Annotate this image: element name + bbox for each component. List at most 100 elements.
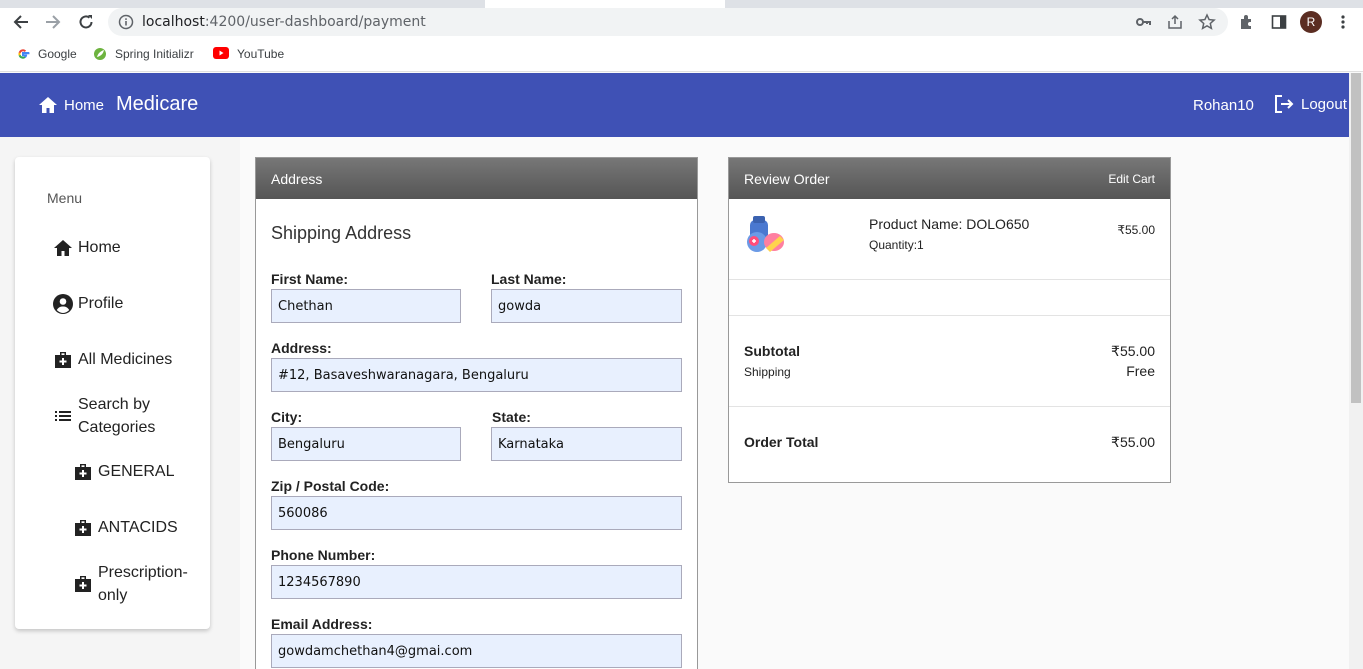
product-name: Product Name: DOLO650 [869,216,1030,232]
active-tab[interactable] [485,0,725,8]
sidebar-item-profile[interactable]: Profile [52,293,123,315]
state-field[interactable]: Karnataka [491,427,682,461]
last-name-label: Last Name: [491,271,567,287]
medical-bag-icon [72,517,94,539]
logout-icon [1275,95,1294,113]
site-info-icon[interactable] [118,14,134,35]
sidebar-menu: Menu Home Profile All Medicines Search b… [15,157,210,629]
divider [729,315,1170,316]
divider [729,279,1170,280]
first-name-field[interactable]: Chethan [271,289,461,323]
order-total-label: Order Total [744,434,819,450]
zip-field[interactable]: 560086 [271,496,682,530]
sidebar-item-prescription-only[interactable]: Prescription-only [72,561,188,607]
shipping-value: Free [1126,363,1155,379]
profile-avatar[interactable]: R [1300,11,1322,33]
share-icon[interactable] [1166,13,1184,31]
home-icon [52,237,74,259]
sidebar-item-label-line2: Categories [78,419,156,436]
forward-icon[interactable] [42,11,64,33]
email-label: Email Address: [271,616,373,632]
scrollbar-thumb[interactable] [1351,73,1361,403]
phone-label: Phone Number: [271,547,376,563]
medicine-pills-icon [747,216,784,252]
home-icon [39,97,57,113]
extensions-icon[interactable] [1238,13,1256,31]
bookmark-star-icon[interactable] [1198,13,1216,31]
order-total-value: ₹55.00 [1111,434,1155,450]
medical-bag-icon [52,349,74,371]
medical-bag-icon [72,573,94,595]
product-image [744,214,786,256]
shipping-address-title: Shipping Address [271,223,412,243]
bookmark-label: Spring Initializr [115,47,194,61]
sidebar-item-all-medicines[interactable]: All Medicines [52,349,172,371]
key-icon[interactable] [1134,13,1152,31]
edit-cart-link[interactable]: Edit Cart [1108,172,1155,186]
phone-field[interactable]: 1234567890 [271,565,682,599]
email-field[interactable]: gowdamchethan4@gmai.com [271,634,682,668]
url-host: localhost [142,14,205,30]
sidebar-item-general[interactable]: GENERAL [72,461,174,483]
sidebar-item-search-by-categories[interactable]: Search by Categories [52,393,155,439]
product-quantity: Quantity:1 [869,238,924,252]
address-card-title: Address [271,170,323,187]
sidebar-item-label-line2: only [98,587,128,604]
app-header: Home Medicare Rohan10 Logout [0,73,1349,137]
bookmark-label: YouTube [237,47,285,61]
state-label: State: [492,409,531,425]
review-order-header: Review Order Edit Cart [729,158,1170,199]
sidebar-item-antacids[interactable]: ANTACIDS [72,517,178,539]
bookmark-google[interactable]: Google [16,46,77,62]
city-label: City: [271,409,303,425]
first-name-label: First Name: [271,271,349,287]
logout-label: Logout [1301,95,1347,113]
side-panel-icon[interactable] [1270,13,1288,31]
browser-toolbar: localhost:4200/user-dashboard/payment R [0,8,1363,36]
divider [729,406,1170,407]
list-icon [52,405,74,427]
page-scrollbar[interactable] [1349,73,1363,669]
url-path: :4200/user-dashboard/payment [204,14,426,30]
more-menu-icon[interactable] [1334,13,1352,31]
header-home-label: Home [64,96,105,114]
subtotal-label: Subtotal [744,343,800,359]
reload-icon[interactable] [75,11,97,33]
sidebar-item-label: ANTACIDS [98,519,178,536]
url-text: localhost:4200/user-dashboard/payment [142,14,426,30]
address-bar[interactable]: localhost:4200/user-dashboard/payment [108,8,1228,36]
medical-bag-icon [72,461,94,483]
address-card: Address Shipping Address First Name: Che… [255,157,698,669]
sidebar-item-label: GENERAL [98,463,175,480]
logout-button[interactable]: Logout [1273,94,1347,114]
sidebar-item-label-line1: Prescription- [98,564,188,581]
sidebar-item-label: Home [78,239,121,256]
last-name-field[interactable]: gowda [491,289,682,323]
bookmark-label: Google [38,47,77,61]
youtube-icon [213,47,229,61]
back-icon[interactable] [10,11,32,33]
header-home-link[interactable]: Home [38,95,104,115]
bookmark-spring-initializr[interactable]: Spring Initializr [93,46,194,62]
app-brand[interactable]: Medicare [116,93,198,116]
browser-tab-strip [0,0,1363,8]
product-price: ₹55.00 [1117,223,1155,237]
username[interactable]: Rohan10 [1193,97,1254,114]
review-order-card: Review Order Edit Cart Product Name: DOL… [728,157,1171,483]
sidebar-item-home[interactable]: Home [52,237,121,259]
account-circle-icon [52,293,74,315]
address-label: Address: [271,340,332,356]
bookmarks-bar: Google Spring Initializr YouTube [0,36,1363,72]
city-field[interactable]: Bengaluru [271,427,461,461]
bookmark-youtube[interactable]: YouTube [213,46,284,62]
sidebar-item-label: All Medicines [78,351,173,368]
spring-leaf-icon [93,47,107,61]
menu-heading: Menu [47,190,83,206]
address-card-header: Address [256,158,697,199]
sidebar-item-label: Profile [78,295,124,312]
shipping-label: Shipping [744,365,791,379]
google-icon [16,47,30,61]
address-field[interactable]: #12, Basaveshwaranagara, Bengaluru [271,358,682,392]
sidebar-item-label-line1: Search by [78,396,151,413]
subtotal-value: ₹55.00 [1111,343,1155,359]
